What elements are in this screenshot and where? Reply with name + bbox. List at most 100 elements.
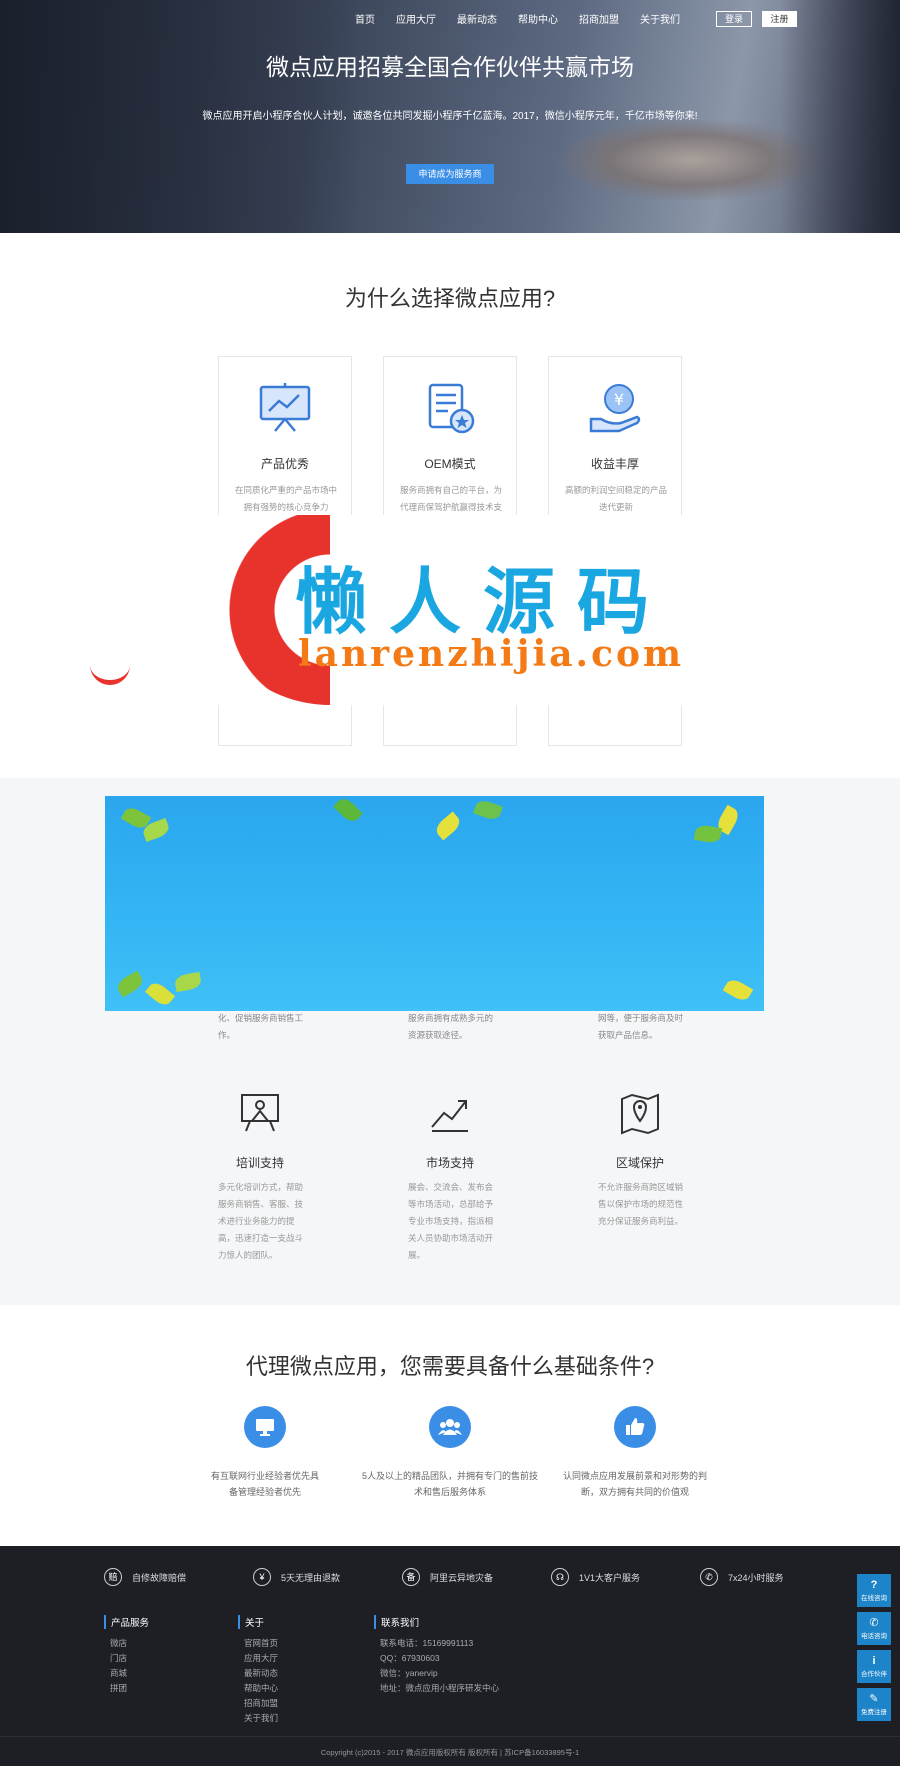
contact-qq: QQ：67930603 bbox=[380, 1653, 440, 1663]
footer-link[interactable]: 官网首页 bbox=[238, 1636, 278, 1651]
support-desc: 展会、交流会、发布会等市场活动，总部给予专业市场支持，指派相关人员协助市场活动开… bbox=[408, 1182, 494, 1260]
nav-item-help[interactable]: 帮助中心 bbox=[518, 11, 558, 26]
support-partial-desc: 网等，便于服务商及时获取产品信息。 bbox=[598, 1013, 684, 1040]
feature-label: 7x24小时服务 bbox=[728, 1572, 784, 1583]
market-trend-icon bbox=[431, 1100, 468, 1132]
condition-desc: 认同微点应用发展前景和对形势的判断，双方拥有共同的价值观 bbox=[562, 1471, 707, 1497]
footer-link[interactable]: 微店 bbox=[104, 1636, 149, 1651]
condition-desc: 5人及以上的精品团队，并拥有专门的售前技术和售后服务体系 bbox=[361, 1471, 538, 1497]
leaf-banner-image bbox=[105, 796, 764, 1011]
support-partial-desc: 服务商拥有成熟多元的资源获取途径。 bbox=[408, 1013, 494, 1040]
apply-button[interactable]: 申请成为服务商 bbox=[406, 164, 494, 184]
backup-icon: 备 bbox=[402, 1568, 420, 1586]
support-item: 培训支持 多元化培训方式，帮助服务商销售、客服、技术进行业务能力的提高，迅速打造… bbox=[205, 1091, 315, 1264]
contact-phone: 联系电话：15169991113 bbox=[380, 1638, 474, 1648]
feature-card: OEM模式 服务商拥有自己的平台，为代理商保驾护航赢得技术支撑 bbox=[383, 356, 517, 529]
support-item: 市场支持 展会、交流会、发布会等市场活动，总部给予专业市场支持，指派相关人员协助… bbox=[395, 1091, 505, 1264]
footer-feature: ¥5天无理由退款 bbox=[253, 1568, 340, 1586]
feature-label: 1V1大客户服务 bbox=[579, 1572, 641, 1583]
feature-card: 产品优秀 在同质化严重的产品市场中拥有强势的核心竞争力 bbox=[218, 356, 352, 524]
contact-address: 地址：微点应用小程序研发中心 bbox=[380, 1683, 500, 1693]
nav-item-about[interactable]: 关于我们 bbox=[640, 11, 680, 26]
training-board-icon bbox=[241, 1094, 279, 1132]
footer-link[interactable]: 最新动态 bbox=[238, 1666, 278, 1681]
watermark-text-en: lanrenzhijia.com bbox=[298, 633, 685, 675]
condition-item: 有互联网行业经验者优先具备管理经验者优先 bbox=[175, 1406, 355, 1500]
support-desc: 多元化培训方式，帮助服务商销售、客服、技术进行业务能力的提高，迅速打造一支战斗力… bbox=[218, 1182, 304, 1260]
support-title: 市场支持 bbox=[425, 1156, 474, 1170]
nav-item-join[interactable]: 招商加盟 bbox=[579, 11, 619, 26]
top-nav: 首页 应用大厅 最新动态 帮助中心 招商加盟 关于我们 bbox=[355, 11, 701, 26]
feature-card: ¥ 收益丰厚 高额的利润空间稳定的产品迭代更新 bbox=[548, 356, 682, 524]
feature-label: 5天无理由退款 bbox=[281, 1572, 341, 1583]
phone-icon: ✆ bbox=[700, 1568, 718, 1586]
feature-label: 阿里云异地灾备 bbox=[430, 1572, 494, 1583]
footer-divider bbox=[0, 1736, 900, 1737]
footer-col-title: 产品服务 bbox=[104, 1615, 149, 1629]
card-title: 产品优秀 bbox=[260, 457, 309, 471]
why-title: 为什么选择微点应用? bbox=[344, 286, 556, 311]
condition-desc: 有互联网行业经验者优先具备管理经验者优先 bbox=[210, 1471, 319, 1497]
side-online-consult[interactable]: ? 在线咨询 bbox=[857, 1574, 891, 1607]
team-icon bbox=[429, 1406, 471, 1448]
footer-link[interactable]: 关于我们 bbox=[238, 1711, 278, 1726]
support-title: 区域保护 bbox=[615, 1156, 664, 1170]
phone-icon: ✆ bbox=[869, 1617, 879, 1629]
nav-item-apps[interactable]: 应用大厅 bbox=[396, 11, 436, 26]
yen-icon: ¥ bbox=[253, 1568, 271, 1586]
nav-item-home[interactable]: 首页 bbox=[355, 11, 375, 26]
monitor-icon bbox=[244, 1406, 286, 1448]
copyright: Copyright (c)2015 - 2017 微点应用版权所有 版权所有 |… bbox=[320, 1748, 580, 1757]
footer-link[interactable]: 帮助中心 bbox=[238, 1681, 278, 1696]
conditions-section: 代理微点应用，您需要具备什么基础条件? 有互联网行业经验者优先具备管理经验者优先… bbox=[0, 1305, 900, 1546]
side-label: 在线咨询 bbox=[861, 1595, 887, 1602]
footer-feature: ✆ 7x24小时服务 bbox=[700, 1568, 784, 1586]
side-register[interactable]: ✎ 免费注册 bbox=[857, 1688, 891, 1721]
info-icon: i bbox=[872, 1655, 876, 1667]
yen-coin-hand-icon: ¥ bbox=[589, 384, 641, 433]
thumbs-up-icon bbox=[614, 1406, 656, 1448]
support-partial-desc: 化、促销服务商销售工作。 bbox=[218, 1013, 304, 1040]
footer-col-title: 联系我们 bbox=[374, 1615, 499, 1629]
side-phone-consult[interactable]: ✆ 电话咨询 bbox=[857, 1612, 891, 1645]
footer-link[interactable]: 招商加盟 bbox=[238, 1696, 278, 1711]
feature-label: 自修故障赔偿 bbox=[132, 1572, 187, 1583]
side-label: 电话咨询 bbox=[861, 1633, 887, 1640]
hero-subtitle: 微点应用开启小程序合伙人计划，诚邀各位共同发掘小程序千亿蓝海。2017，微信小程… bbox=[202, 111, 698, 122]
register-button[interactable]: 注册 bbox=[762, 11, 797, 27]
compensation-icon: 赔 bbox=[104, 1568, 122, 1586]
card-title: 收益丰厚 bbox=[590, 457, 639, 471]
support-desc: 不允许服务商跨区域销售以保护市场的规范性充分保证服务商利益。 bbox=[598, 1182, 684, 1226]
card-desc: 在同质化严重的产品市场中拥有强势的核心竞争力 bbox=[234, 485, 337, 512]
support-section: 化、促销服务商销售工作。 服务商拥有成熟多元的资源获取途径。 网等，便于服务商及… bbox=[0, 778, 900, 1305]
footer-link[interactable]: 应用大厅 bbox=[238, 1651, 278, 1666]
contact-wechat: 微信：yanervip bbox=[380, 1668, 438, 1678]
side-label: 合作伙伴 bbox=[861, 1671, 887, 1678]
footer-link[interactable]: 商城 bbox=[104, 1666, 149, 1681]
footer: 赔自修故障赔偿 ¥5天无理由退款 备阿里云异地灾备 ☊ 1V1大客户服务 ✆ 7x2… bbox=[0, 1546, 900, 1766]
footer-link[interactable]: 拼团 bbox=[104, 1681, 149, 1696]
condition-item: 5人及以上的精品团队，并拥有专门的售前技术和售后服务体系 bbox=[360, 1406, 540, 1500]
condition-item: 认同微点应用发展前景和对形势的判断，双方拥有共同的价值观 bbox=[545, 1406, 725, 1500]
side-partner[interactable]: i 合作伙伴 bbox=[857, 1650, 891, 1683]
hero-banner: 首页 应用大厅 最新动态 帮助中心 招商加盟 关于我们 登录 注册 微点应用招募… bbox=[0, 0, 900, 233]
headset-icon: ☊ bbox=[551, 1568, 569, 1586]
map-pin-icon bbox=[621, 1093, 659, 1135]
card-title: OEM模式 bbox=[424, 457, 476, 471]
footer-feature: 备阿里云异地灾备 bbox=[402, 1568, 493, 1586]
login-button[interactable]: 登录 bbox=[716, 11, 752, 27]
footer-products: 产品服务 微店 门店 商城 拼团 bbox=[104, 1615, 149, 1696]
hero-title: 微点应用招募全国合作伙伴共赢市场 bbox=[266, 54, 634, 80]
footer-link[interactable]: 门店 bbox=[104, 1651, 149, 1666]
footer-feature: 赔自修故障赔偿 bbox=[104, 1568, 186, 1586]
document-badge-icon bbox=[428, 383, 475, 434]
support-title: 培训支持 bbox=[235, 1156, 284, 1170]
footer-contact: 联系我们 联系电话：15169991113 QQ：67930603 微信：yan… bbox=[374, 1615, 499, 1696]
footer-feature: ☊ 1V1大客户服务 bbox=[551, 1568, 640, 1586]
presentation-chart-icon bbox=[259, 383, 311, 432]
watermark-overlay: 懒人源码 lanrenzhijia.com bbox=[90, 515, 700, 705]
watermark-logo-curve bbox=[90, 665, 130, 685]
svg-text:¥: ¥ bbox=[614, 390, 624, 409]
nav-item-news[interactable]: 最新动态 bbox=[457, 11, 497, 26]
support-item: 区域保护 不允许服务商跨区域销售以保护市场的规范性充分保证服务商利益。 bbox=[585, 1091, 695, 1230]
